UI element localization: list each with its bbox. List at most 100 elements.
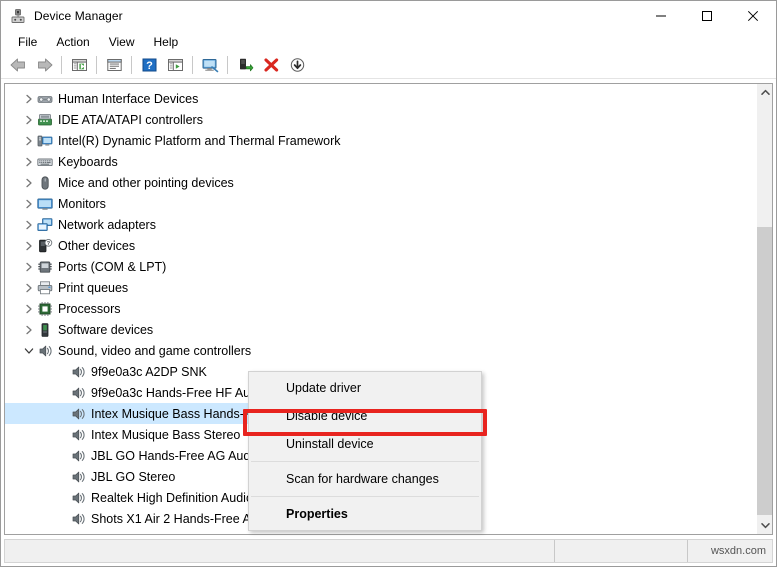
toolbar-separator	[192, 56, 193, 74]
forward-icon[interactable]	[32, 54, 56, 77]
chevron-right-icon[interactable]	[21, 91, 37, 107]
tree-item[interactable]: Human Interface Devices	[5, 88, 757, 109]
status-bar-cell-2	[555, 540, 688, 562]
tree-item-spacer	[54, 490, 70, 506]
title-bar: Device Manager	[1, 1, 776, 31]
system-device-icon	[37, 133, 53, 149]
tree-item-spacer	[54, 448, 70, 464]
tree-item-spacer	[54, 385, 70, 401]
tree-item[interactable]: Keyboards	[5, 151, 757, 172]
processor-icon	[37, 301, 53, 317]
tree-item-spacer	[54, 364, 70, 380]
minimize-button[interactable]	[638, 1, 684, 31]
speaker-icon	[70, 364, 86, 380]
chevron-right-icon[interactable]	[21, 322, 37, 338]
close-button[interactable]	[730, 1, 776, 31]
svg-text:?: ?	[146, 60, 153, 72]
context-menu-item-update-driver[interactable]: Update driver	[249, 374, 481, 402]
window-controls	[638, 1, 776, 31]
device-manager-window: Device Manager File Action View Help ? H…	[0, 0, 777, 567]
toolbar-separator	[227, 56, 228, 74]
tree-item-label: Software devices	[58, 322, 154, 337]
tree-item-label: JBL GO Hands-Free AG Audio	[91, 448, 261, 463]
speaker-icon	[70, 511, 86, 527]
human-interface-devices-icon	[37, 91, 53, 107]
chevron-right-icon[interactable]	[21, 259, 37, 275]
chevron-right-icon[interactable]	[21, 301, 37, 317]
context-menu-item-scan-for-hardware-changes[interactable]: Scan for hardware changes	[249, 465, 481, 493]
tree-item[interactable]: IDE ATA/ATAPI controllers	[5, 109, 757, 130]
tree-item[interactable]: Intel(R) Dynamic Platform and Thermal Fr…	[5, 130, 757, 151]
context-menu-item-disable-device[interactable]: Disable device	[249, 402, 481, 430]
tree-item[interactable]: Ports (COM & LPT)	[5, 256, 757, 277]
menu-file[interactable]: File	[9, 33, 46, 51]
device-manager-icon	[10, 8, 26, 24]
chevron-right-icon[interactable]	[21, 133, 37, 149]
tree-item-label: Mice and other pointing devices	[58, 175, 234, 190]
update-driver-icon[interactable]	[163, 54, 187, 77]
speaker-icon	[70, 469, 86, 485]
tree-item[interactable]: Mice and other pointing devices	[5, 172, 757, 193]
window-title: Device Manager	[34, 9, 123, 23]
tree-item-label: JBL GO Stereo	[91, 469, 176, 484]
scrollbar-thumb[interactable]	[757, 227, 772, 515]
uninstall-device-icon[interactable]	[259, 54, 283, 77]
tree-item[interactable]: Processors	[5, 298, 757, 319]
svg-text:?: ?	[47, 241, 50, 247]
tree-item[interactable]: ? Other devices	[5, 235, 757, 256]
properties-icon[interactable]	[102, 54, 126, 77]
chevron-right-icon[interactable]	[21, 154, 37, 170]
menu-help[interactable]: Help	[145, 33, 188, 51]
tree-item-label: Monitors	[58, 196, 106, 211]
enable-device-icon[interactable]	[233, 54, 257, 77]
tree-item-spacer	[54, 532, 70, 535]
tree-item-label: Other devices	[58, 238, 136, 253]
scroll-up-icon[interactable]	[757, 84, 772, 101]
vertical-scrollbar[interactable]	[756, 84, 772, 534]
disable-device-icon[interactable]	[285, 54, 309, 77]
toolbar-separator	[131, 56, 132, 74]
tree-item[interactable]: Sound, video and game controllers	[5, 340, 757, 361]
tree-item-label: Intex Musique Bass Stereo	[91, 427, 241, 442]
context-menu-item-uninstall-device[interactable]: Uninstall device	[249, 430, 481, 458]
speaker-icon	[70, 490, 86, 506]
chevron-right-icon[interactable]	[21, 175, 37, 191]
chevron-down-icon[interactable]	[21, 343, 37, 359]
scan-for-hardware-changes-icon[interactable]	[198, 54, 222, 77]
tree-item-label: Human Interface Devices	[58, 91, 199, 106]
tree-item[interactable]: Print queues	[5, 277, 757, 298]
chevron-right-icon[interactable]	[21, 238, 37, 254]
scroll-down-icon[interactable]	[757, 517, 772, 534]
speaker-icon	[70, 406, 86, 422]
chevron-right-icon[interactable]	[21, 196, 37, 212]
menu-view[interactable]: View	[100, 33, 144, 51]
context-menu[interactable]: Update driver Disable device Uninstall dev…	[248, 371, 482, 531]
menu-action[interactable]: Action	[47, 33, 98, 51]
chevron-right-icon[interactable]	[21, 217, 37, 233]
back-icon[interactable]	[6, 54, 30, 77]
monitor-icon	[37, 196, 53, 212]
toolbar-separator	[61, 56, 62, 74]
tree-item-label: Shots X1 Air 2 Stereo	[91, 532, 214, 535]
status-bar-cell-3: wsxdn.com	[688, 540, 772, 562]
tree-item-label: Sound, video and game controllers	[58, 343, 252, 358]
help-icon[interactable]: ?	[137, 54, 161, 77]
show-hide-console-tree-icon[interactable]	[67, 54, 91, 77]
tree-item[interactable]: Monitors	[5, 193, 757, 214]
chevron-right-icon[interactable]	[21, 112, 37, 128]
context-menu-separator	[251, 496, 479, 497]
tree-item-label: Intel(R) Dynamic Platform and Thermal Fr…	[58, 133, 341, 148]
tree-item-label: Realtek High Definition Audio	[91, 490, 253, 505]
tree-item[interactable]: Software devices	[5, 319, 757, 340]
maximize-button[interactable]	[684, 1, 730, 31]
tree-item[interactable]: Network adapters	[5, 214, 757, 235]
context-menu-item-properties[interactable]: Properties	[249, 500, 481, 528]
keyboard-icon	[37, 154, 53, 170]
chevron-right-icon[interactable]	[21, 280, 37, 296]
tree-item-label: Ports (COM & LPT)	[58, 259, 167, 274]
speaker-icon	[70, 448, 86, 464]
tree-item-spacer	[54, 406, 70, 422]
speaker-icon	[70, 385, 86, 401]
watermark-text: wsxdn.com	[710, 545, 766, 557]
tree-item-label: IDE ATA/ATAPI controllers	[58, 112, 203, 127]
